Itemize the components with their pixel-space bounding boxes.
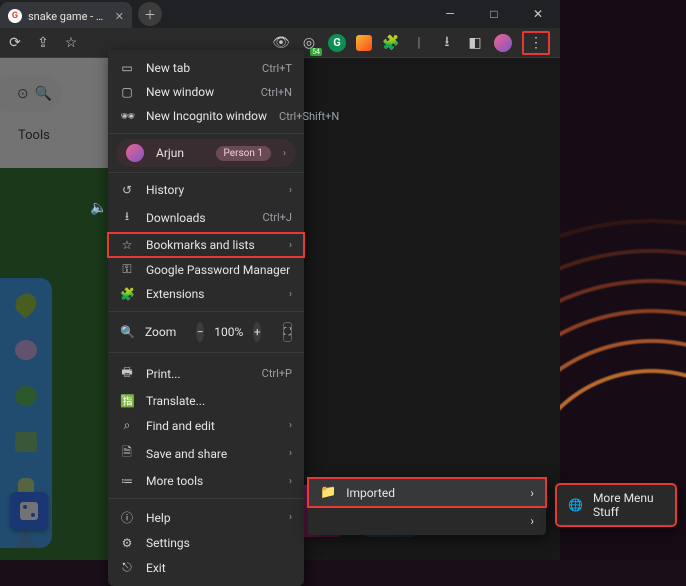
exit-icon: ⎋ [120,560,134,575]
eyeglass-icon[interactable]: 👁 [272,34,290,52]
kebab-menu-highlight: ⋮ [522,31,550,55]
tools-icon: ≔ [120,474,134,488]
help-icon: ⓘ [120,509,134,526]
save-icon: 🗎 [120,443,134,464]
title-bar: G snake game - Google S ✕ ＋ — □ ✕ [0,0,560,28]
submenu-item-more[interactable]: › [308,507,546,535]
search-icon[interactable]: 🔍 [35,86,52,102]
block-icon [15,432,37,452]
chrome-window: Snake Game BIG 2 ⊙ 🔍 Tools 🔈 [0,0,560,560]
imported-submenu: 🌐 More Menu Stuff [556,484,676,526]
menu-item-history[interactable]: ↺ History › [108,178,304,202]
find-icon: ⌕ [120,418,134,433]
tab-icon: ▭ [120,61,134,75]
menu-item-extensions[interactable]: 🧩 Extensions › [108,282,304,306]
extension-badge-icon[interactable]: ◎ [300,34,318,52]
bing-icon[interactable] [356,35,372,51]
menu-item-more-tools[interactable]: ≔ More tools › [108,469,304,493]
window-close[interactable]: ✕ [516,0,560,28]
menu-item-help[interactable]: ⓘ Help › [108,504,304,531]
puzzle-icon: 🧩 [120,287,134,301]
submenu-item-imported[interactable]: 📁 Imported › [308,478,546,507]
menu-item-incognito[interactable]: 🕶 New Incognito window Ctrl+Shift+N [108,104,304,128]
menu-item-find[interactable]: ⌕ Find and edit › [108,413,304,438]
reload-icon[interactable]: ⟳ [6,34,24,52]
token-icon [15,386,37,406]
printer-icon: 🖶 [120,363,134,384]
chevron-right-icon: › [289,185,292,196]
tab-title: snake game - Google S [28,10,109,23]
chevron-right-icon: › [289,448,292,459]
chevron-right-icon: › [289,289,292,300]
zoom-icon: 🔍 [120,325,135,339]
page-content-left: ⊙ 🔍 Tools [0,58,108,560]
globe-icon: 🌐 [568,498,583,512]
menu-item-bookmarks[interactable]: ☆ Bookmarks and lists › [108,233,304,257]
grammarly-icon[interactable]: G [328,34,346,52]
chevron-right-icon: › [289,512,292,523]
incognito-icon: 🕶 [120,109,134,123]
submenu-item-more-menu-stuff[interactable]: 🌐 More Menu Stuff [556,484,676,526]
zoom-in-button[interactable]: + [253,322,261,342]
translate-icon: 🈯 [120,394,134,408]
chrome-main-menu: ▭ New tab Ctrl+T ▢ New window Ctrl+N 🕶 N… [108,50,304,586]
window-minimize[interactable]: — [428,0,472,28]
menu-item-translate[interactable]: 🈯 Translate... [108,389,304,413]
triangle-icon [15,528,37,548]
zoom-out-button[interactable]: − [196,322,204,342]
menu-zoom-row: 🔍 Zoom − 100% + ⛶ [108,317,304,347]
kebab-menu-icon[interactable]: ⋮ [527,34,545,52]
menu-item-save-share[interactable]: 🗎 Save and share › [108,438,304,469]
menu-item-new-tab[interactable]: ▭ New tab Ctrl+T [108,56,304,80]
profile-avatar-icon[interactable] [494,34,512,52]
dice-button[interactable] [10,492,48,530]
favicon-icon: G [8,9,22,23]
chevron-right-icon: › [289,420,292,431]
profile-badge: Person 1 [216,146,271,161]
menu-item-password-manager[interactable]: ⚿ Google Password Manager [108,257,304,282]
menu-item-profile[interactable]: Arjun Person 1 › [116,139,296,167]
bookmark-star-icon: ☆ [120,238,134,252]
extensions-puzzle-icon[interactable]: 🧩 [382,34,400,52]
bulb-icon [15,340,37,360]
avatar-icon [126,144,144,162]
bookmark-star-icon[interactable]: ☆ [62,34,80,52]
download-icon[interactable]: ⭳ [438,34,456,52]
chevron-right-icon: › [530,514,534,528]
new-tab-button[interactable]: ＋ [138,2,162,26]
browser-tab[interactable]: G snake game - Google S ✕ [0,2,132,30]
menu-item-exit[interactable]: ⎋ Exit [108,555,304,580]
menu-item-settings[interactable]: ⚙ Settings [108,531,304,555]
tab-close-icon[interactable]: ✕ [115,10,124,23]
chevron-right-icon: › [283,148,286,159]
camera-icon[interactable]: ⊙ [17,86,29,102]
menu-item-new-window[interactable]: ▢ New window Ctrl+N [108,80,304,104]
google-search-bar[interactable]: ⊙ 🔍 [0,76,62,112]
chevron-right-icon: › [530,486,534,500]
zoom-percent: 100% [214,325,243,339]
fullscreen-button[interactable]: ⛶ [283,322,292,342]
folder-icon: 📁 [320,485,336,500]
fruit-icon [11,289,41,319]
menu-item-downloads[interactable]: ⭳ Downloads Ctrl+J [108,202,304,233]
bookmarks-submenu: 📁 Imported › › [308,478,546,535]
gear-icon: ⚙ [120,536,134,550]
history-icon: ↺ [120,183,134,197]
sidepanel-icon[interactable]: ◧ [466,34,484,52]
tools-button[interactable]: Tools [18,128,50,143]
window-maximize[interactable]: □ [472,0,516,28]
volume-icon[interactable]: 🔈 [90,200,107,216]
export-icon[interactable]: ⇪ [34,34,52,52]
download-icon: ⭳ [120,207,134,228]
chevron-right-icon: › [289,240,292,251]
menu-item-print[interactable]: 🖶 Print... Ctrl+P [108,358,304,389]
chevron-right-icon: › [289,476,292,487]
key-icon: ⚿ [120,262,134,277]
window-icon: ▢ [120,85,134,99]
